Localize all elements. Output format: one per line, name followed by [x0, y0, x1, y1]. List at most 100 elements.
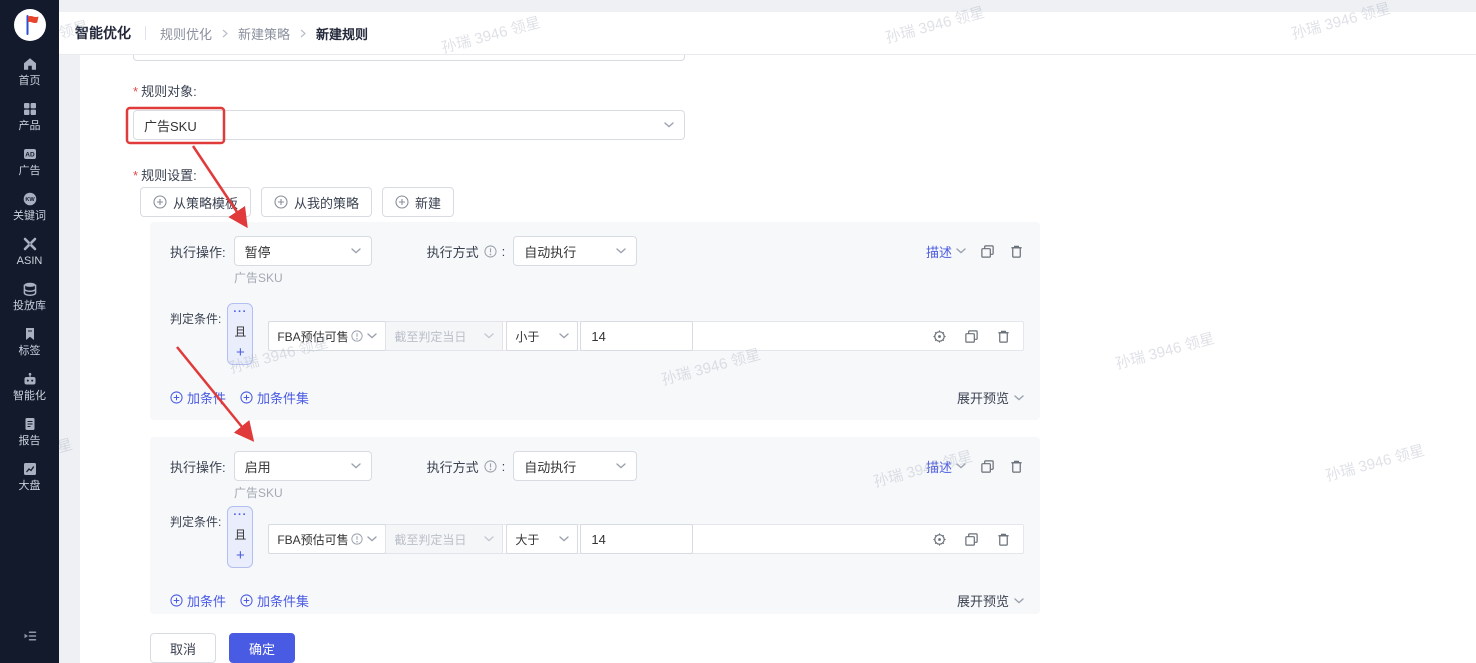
home-icon: [22, 56, 38, 72]
chevron-down-icon: [664, 122, 674, 128]
sidebar-item-asin[interactable]: ASIN: [16, 236, 43, 267]
rule-card-enable: 执行操作: 启用 执行方式 : 自动执行 描述 广告SKU 判定条件: ··· …: [150, 437, 1040, 614]
logic-and-toggle[interactable]: 且: [234, 529, 246, 541]
info-icon: [484, 244, 497, 258]
delete-condition-icon[interactable]: [996, 329, 1011, 344]
sidebar: 首页 产品 AD 广告 KW 关键词 ASIN 投放库 标签 智能化 报告 大盘: [0, 0, 59, 663]
main-content: * 规则对象: 广告SKU * 规则设置: 从策略模板 从我的策略 新建 执行操作:…: [80, 43, 1476, 663]
describe-toggle[interactable]: 描述: [926, 242, 966, 261]
copy-condition-icon[interactable]: [964, 329, 979, 344]
exec-action-target: 广告SKU: [234, 271, 283, 285]
logic-more-dots[interactable]: ···: [233, 510, 247, 521]
condition-field-select[interactable]: FBA预估可售...: [268, 524, 387, 554]
chevron-down-icon: [367, 333, 378, 339]
circle-plus-icon: [170, 594, 183, 607]
breadcrumb-rule-optimization[interactable]: 规则优化: [160, 24, 212, 43]
sidebar-item-reports[interactable]: 报告: [19, 416, 41, 447]
condition-operator-select[interactable]: 小于: [506, 321, 579, 351]
keyword-icon: KW: [22, 191, 38, 207]
exec-mode-select[interactable]: 自动执行: [513, 451, 638, 481]
exec-mode-label: 执行方式 :: [426, 458, 506, 475]
chevron-down-icon: [956, 463, 966, 469]
tag-bookmark-icon: [22, 326, 38, 342]
expand-preview-toggle[interactable]: 展开预览: [957, 591, 1024, 610]
app-logo[interactable]: [13, 8, 47, 42]
sidebar-item-label: ASIN: [16, 255, 43, 267]
form-footer: 取消 确定: [150, 633, 295, 663]
add-condition-link[interactable]: 加条件: [170, 591, 226, 610]
exec-action-select[interactable]: 暂停: [233, 236, 372, 266]
logic-add-button[interactable]: +: [236, 548, 245, 563]
from-strategy-template-button[interactable]: 从策略模板: [140, 187, 252, 217]
sidebar-item-intelligence[interactable]: 智能化: [13, 371, 46, 402]
breadcrumb-chevron-icon: [299, 29, 307, 38]
report-doc-icon: [22, 416, 38, 432]
condition-value-input[interactable]: [580, 321, 694, 351]
condition-settings-icon[interactable]: [932, 329, 947, 344]
exec-action-select[interactable]: 启用: [233, 451, 372, 481]
sidebar-item-label: 投放库: [13, 300, 46, 312]
condition-period-select: 截至判定当日: [385, 524, 504, 554]
describe-toggle[interactable]: 描述: [926, 457, 966, 476]
rule-object-value: 广告SKU: [144, 118, 197, 134]
sidebar-item-tags[interactable]: 标签: [19, 326, 41, 357]
delete-card-icon[interactable]: [1009, 244, 1024, 259]
logic-add-button[interactable]: +: [236, 345, 245, 360]
topbar-divider: [145, 26, 146, 40]
condition-operator-select[interactable]: 大于: [506, 524, 579, 554]
chevron-down-icon: [367, 536, 378, 542]
sidebar-item-home[interactable]: 首页: [19, 56, 41, 87]
rule-object-select[interactable]: 广告SKU: [133, 110, 685, 140]
sidebar-item-label: 首页: [18, 75, 41, 87]
condition-value-input[interactable]: [580, 524, 694, 554]
add-condition-set-link[interactable]: 加条件集: [240, 591, 309, 610]
condition-field-select[interactable]: FBA预估可售...: [268, 321, 387, 351]
condition-label: 判定条件:: [170, 312, 222, 326]
required-mark: *: [133, 168, 139, 183]
ad-badge-icon: AD: [22, 146, 38, 162]
circle-plus-icon: [240, 594, 253, 607]
exec-mode-label: 执行方式 :: [426, 243, 506, 260]
add-condition-link[interactable]: 加条件: [170, 388, 226, 407]
condition-logic-pill: ··· 且 +: [227, 506, 254, 568]
sidebar-item-dashboard[interactable]: 大盘: [19, 461, 41, 492]
circle-plus-icon: [153, 195, 167, 209]
sidebar-item-library[interactable]: 投放库: [13, 281, 46, 312]
rule-settings-buttons: 从策略模板 从我的策略 新建: [140, 187, 455, 217]
sidebar-collapse-icon[interactable]: [22, 628, 38, 649]
chevron-down-icon: [1014, 394, 1024, 401]
logic-and-toggle[interactable]: 且: [234, 326, 246, 338]
copy-condition-icon[interactable]: [964, 532, 979, 547]
sidebar-item-label: 大盘: [18, 480, 41, 492]
chevron-down-icon: [350, 248, 361, 254]
sidebar-item-ads[interactable]: AD 广告: [19, 146, 41, 177]
cancel-button[interactable]: 取消: [150, 633, 216, 663]
delete-condition-icon[interactable]: [996, 532, 1011, 547]
chevron-down-icon: [559, 333, 570, 339]
add-condition-set-link[interactable]: 加条件集: [240, 388, 309, 407]
expand-preview-toggle[interactable]: 展开预览: [957, 388, 1024, 407]
svg-text:KW: KW: [25, 197, 35, 203]
condition-period-select: 截至判定当日: [385, 321, 504, 351]
sidebar-item-label: 报告: [18, 435, 41, 447]
exec-mode-select[interactable]: 自动执行: [513, 236, 638, 266]
circle-plus-icon: [274, 195, 288, 209]
breadcrumb-new-strategy[interactable]: 新建策略: [238, 24, 290, 43]
info-icon: [351, 330, 363, 342]
delete-card-icon[interactable]: [1009, 459, 1024, 474]
confirm-button[interactable]: 确定: [229, 633, 295, 663]
breadcrumb-new-rule: 新建规则: [316, 26, 369, 42]
circle-plus-icon: [395, 195, 409, 209]
chevron-down-icon: [484, 333, 495, 339]
from-my-strategy-button[interactable]: 从我的策略: [261, 187, 373, 217]
copy-card-icon[interactable]: [980, 459, 995, 474]
sidebar-item-label: 产品: [18, 120, 41, 132]
sidebar-item-label: 标签: [18, 345, 41, 357]
sidebar-item-keywords[interactable]: KW 关键词: [13, 191, 46, 222]
condition-settings-icon[interactable]: [932, 532, 947, 547]
copy-card-icon[interactable]: [980, 244, 995, 259]
sidebar-item-products[interactable]: 产品: [19, 101, 41, 132]
new-rule-button[interactable]: 新建: [382, 187, 455, 217]
breadcrumb-chevron-icon: [221, 29, 229, 38]
logic-more-dots[interactable]: ···: [233, 307, 247, 318]
